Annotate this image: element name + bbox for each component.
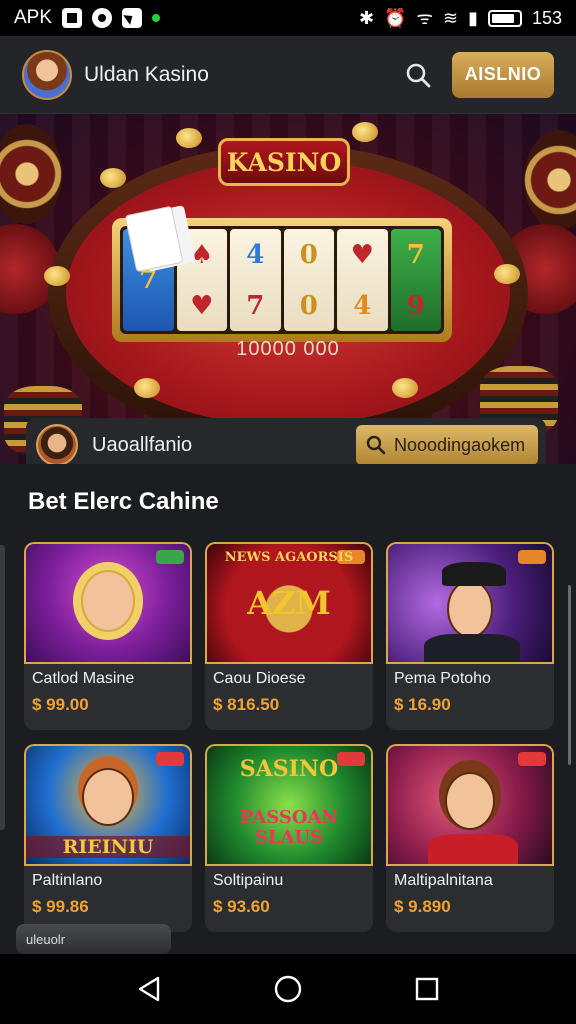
recents-icon: [415, 977, 438, 1001]
notification-icon: [92, 8, 113, 28]
bluetooth-icon: ✱: [359, 7, 375, 28]
game-thumbnail: [386, 542, 554, 664]
floating-mini-bar[interactable]: uleuolr: [16, 924, 171, 954]
game-grid: Catlod Masine $ 99.00 NEWS AGAORSIS AZM …: [24, 542, 554, 932]
scrollbar[interactable]: [568, 585, 571, 765]
kasino-logo: KASINO: [218, 138, 350, 186]
status-bar: APK ✱ ⏰ ᯤ ≋ ▮ 153: [0, 0, 576, 36]
game-title: Pema Potoho: [394, 670, 491, 687]
game-title: Caou Dioese: [213, 670, 306, 687]
game-price: $ 16.90: [394, 695, 451, 714]
status-dot-icon: [152, 14, 161, 22]
system-nav-bar: [0, 954, 576, 1024]
game-title: Soltipainu: [213, 872, 284, 889]
recents-button[interactable]: [407, 969, 447, 1009]
game-card[interactable]: Maltipalnitana $ 9.890: [386, 744, 554, 932]
game-title: Paltinlano: [32, 872, 103, 889]
carousel-edge: [0, 545, 5, 830]
home-icon: [274, 975, 302, 1003]
game-card[interactable]: NEWS AGAORSIS AZM Caou Dioese $ 816.50: [205, 542, 373, 730]
game-title: Catlod Masine: [32, 670, 135, 687]
home-button[interactable]: [268, 969, 308, 1009]
game-card[interactable]: Catlod Masine $ 99.00: [24, 542, 192, 730]
hero-banner[interactable]: KASINO 7 ♠ ♥ 47 00 ♥ 4 79 10000 000 Uaoall…: [0, 114, 576, 464]
game-logo-text: RIEINIU: [26, 836, 190, 858]
app-title: Uldan Kasino: [84, 62, 209, 86]
badge-icon: [156, 752, 184, 766]
signal-icon: ᯤ: [416, 8, 433, 28]
search-button[interactable]: [398, 55, 438, 95]
game-card[interactable]: Pema Potoho $ 16.90: [386, 542, 554, 730]
reel: ♥ 4: [337, 229, 388, 331]
game-price: $ 99.86: [32, 897, 89, 916]
game-card[interactable]: RIEINIU Paltinlano $ 99.86: [24, 744, 192, 932]
notification-icon: [122, 8, 143, 28]
game-price: $ 99.00: [32, 695, 89, 714]
search-icon: [366, 435, 386, 455]
reel: ♠ ♥: [176, 229, 227, 331]
alarm-icon: ⏰: [384, 7, 407, 28]
game-thumbnail: SASINO PASSOAN SLAUS: [205, 744, 373, 866]
reel: 79: [390, 229, 441, 331]
game-price: $ 9.890: [394, 897, 451, 916]
game-logo-text: PASSOAN SLAUS: [240, 807, 338, 848]
carrier-label: APK: [14, 7, 53, 28]
section-title: Bet Elerc Cahine: [28, 488, 219, 515]
battery-icon: [487, 9, 522, 27]
cell-signal-icon: ▮: [468, 7, 478, 28]
game-thumbnail: RIEINIU: [24, 744, 192, 866]
hero-search-label: Nooodingaokem: [394, 434, 526, 455]
game-thumbnail: [24, 542, 192, 664]
mini-bar-label: uleuolr: [26, 931, 66, 947]
game-banner-text: NEWS AGAORSIS: [224, 550, 354, 565]
badge-icon: [156, 550, 184, 564]
game-price: $ 93.60: [213, 897, 270, 916]
game-title: Maltipalnitana: [394, 872, 493, 889]
reel: 47: [230, 229, 281, 331]
jackpot-amount: 10000 000: [236, 338, 340, 360]
wifi-icon: ≋: [442, 7, 459, 28]
game-thumbnail: NEWS AGAORSIS AZM: [205, 542, 373, 664]
game-logo-text: AZM: [247, 584, 331, 622]
avatar[interactable]: [36, 424, 78, 464]
hero-search-button[interactable]: Nooodingaokem: [356, 425, 538, 464]
notification-icon: [62, 8, 83, 28]
hero-user-bar: Uaoallfanio Nooodingaokem: [26, 418, 546, 464]
back-button[interactable]: [129, 969, 169, 1009]
badge-icon: [518, 550, 546, 564]
search-icon: [406, 63, 431, 87]
game-banner-text: SASINO: [239, 756, 339, 782]
game-card[interactable]: SASINO PASSOAN SLAUS Soltipainu $ 93.60: [205, 744, 373, 932]
avatar[interactable]: [22, 49, 72, 100]
game-price: $ 816.50: [213, 695, 280, 714]
game-thumbnail: [386, 744, 554, 866]
header-cta-button[interactable]: AISLNIO: [452, 51, 554, 98]
reel: 00: [283, 229, 334, 331]
battery-level: 153: [531, 7, 562, 28]
badge-icon: [518, 752, 546, 766]
app-header: Uldan Kasino AISLNIO: [0, 36, 576, 114]
back-icon: [139, 976, 160, 1002]
user-name: Uaoallfanio: [92, 433, 193, 456]
